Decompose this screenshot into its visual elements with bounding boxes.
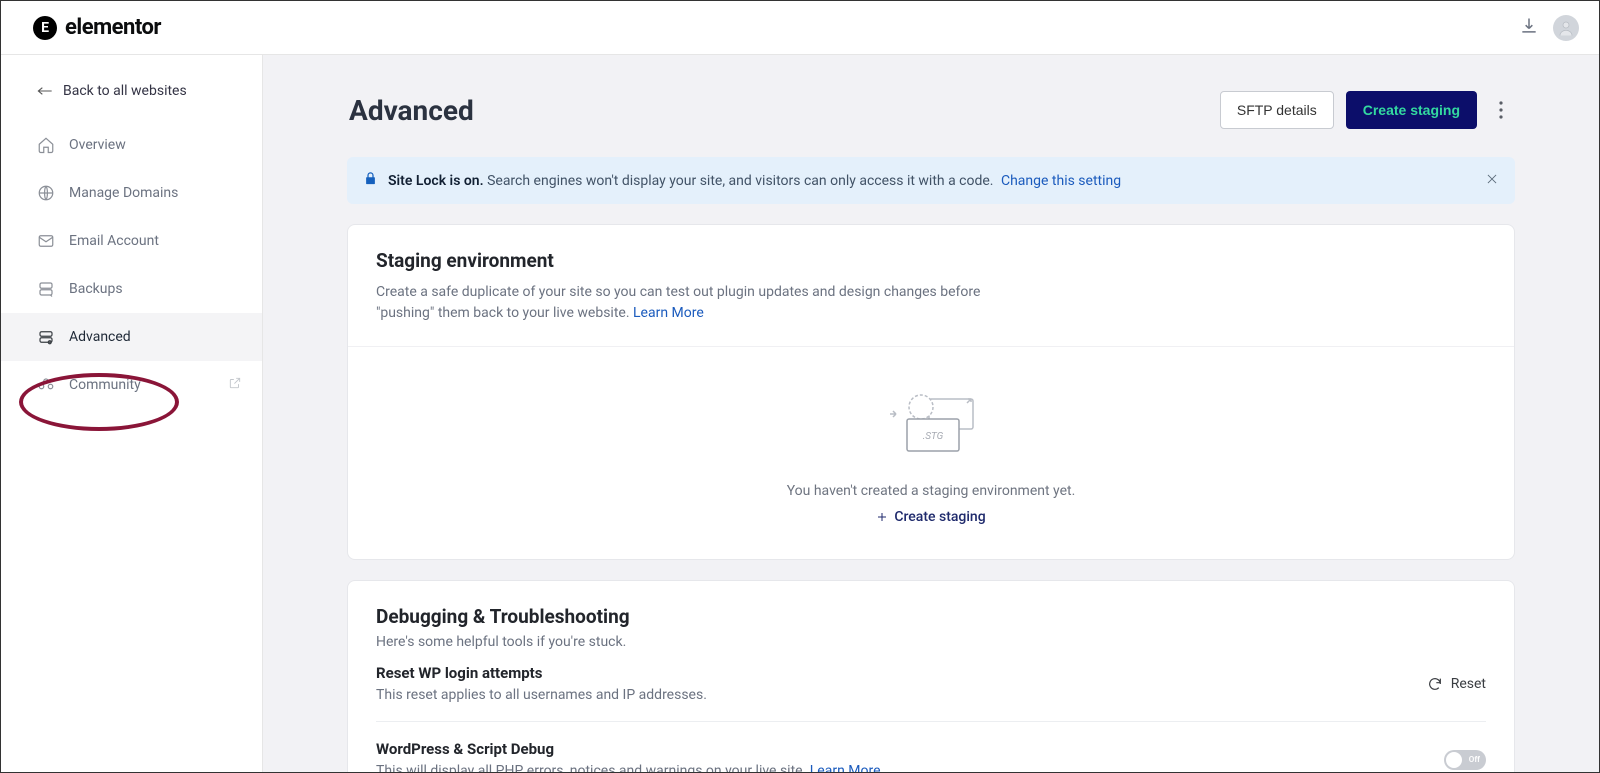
sidebar-item-email[interactable]: Email Account [1,217,262,265]
divider [376,721,1486,722]
home-icon [37,136,55,154]
mail-icon [37,232,55,250]
main-content: Advanced SFTP details Create staging Sit… [263,55,1599,772]
globe-icon [37,184,55,202]
debug-title: Debugging & Troubleshooting [376,605,1486,628]
sidebar-item-overview[interactable]: Overview [1,121,262,169]
page-title: Advanced [349,94,474,127]
logo-text: elementor [65,15,161,40]
sidebar: Back to all websites Overview Manage Dom… [1,55,263,772]
wp-debug-title: WordPress & Script Debug [376,740,881,758]
community-icon [37,376,55,394]
external-link-icon [228,376,242,394]
reset-button[interactable]: Reset [1427,676,1486,692]
debug-subtitle: Here's some helpful tools if you're stuc… [376,634,1486,650]
sidebar-item-backups[interactable]: Backups [1,265,262,313]
lock-icon [363,171,378,190]
staging-empty-graphic: .STG [883,393,979,455]
wp-debug-desc: This will display all PHP errors, notice… [376,763,881,772]
sidebar-item-advanced[interactable]: Advanced [1,313,262,361]
logo-icon: E [33,16,57,40]
back-label: Back to all websites [63,83,187,99]
sidebar-item-label: Manage Domains [69,185,178,201]
more-menu-button[interactable] [1489,92,1513,128]
svg-text:.STG: .STG [923,431,944,442]
create-staging-link[interactable]: Create staging [876,509,985,525]
staging-desc: Create a safe duplicate of your site so … [376,282,1036,324]
sidebar-item-label: Overview [69,137,126,153]
sidebar-item-label: Advanced [69,329,131,345]
download-icon[interactable] [1519,16,1539,40]
wp-debug-learn-more-link[interactable]: Learn More [810,763,881,772]
staging-title: Staging environment [376,249,1486,272]
wp-debug-toggle[interactable]: Off [1444,750,1486,770]
staging-card: Staging environment Create a safe duplic… [347,224,1515,560]
backup-icon [37,280,55,298]
avatar[interactable] [1553,15,1579,41]
site-lock-alert: Site Lock is on. Search engines won't di… [347,157,1515,204]
sidebar-item-community[interactable]: Community [1,361,262,409]
staging-empty-text: You haven't created a staging environmen… [787,483,1076,499]
reset-wp-desc: This reset applies to all usernames and … [376,687,707,703]
sidebar-item-label: Backups [69,281,123,297]
sidebar-item-label: Community [69,377,141,393]
server-icon [37,328,55,346]
staging-learn-more-link[interactable]: Learn More [633,305,704,321]
app-header: E elementor [1,1,1599,55]
create-staging-button[interactable]: Create staging [1346,91,1477,129]
back-to-websites-link[interactable]: Back to all websites [1,69,262,121]
alert-text: Site Lock is on. Search engines won't di… [388,173,1121,189]
close-alert-button[interactable] [1485,172,1499,190]
sftp-details-button[interactable]: SFTP details [1220,91,1334,129]
logo[interactable]: E elementor [33,15,161,40]
sidebar-item-domains[interactable]: Manage Domains [1,169,262,217]
reset-wp-title: Reset WP login attempts [376,664,707,682]
sidebar-item-label: Email Account [69,233,159,249]
debug-card: Debugging & Troubleshooting Here's some … [347,580,1515,772]
change-setting-link[interactable]: Change this setting [1001,173,1121,189]
